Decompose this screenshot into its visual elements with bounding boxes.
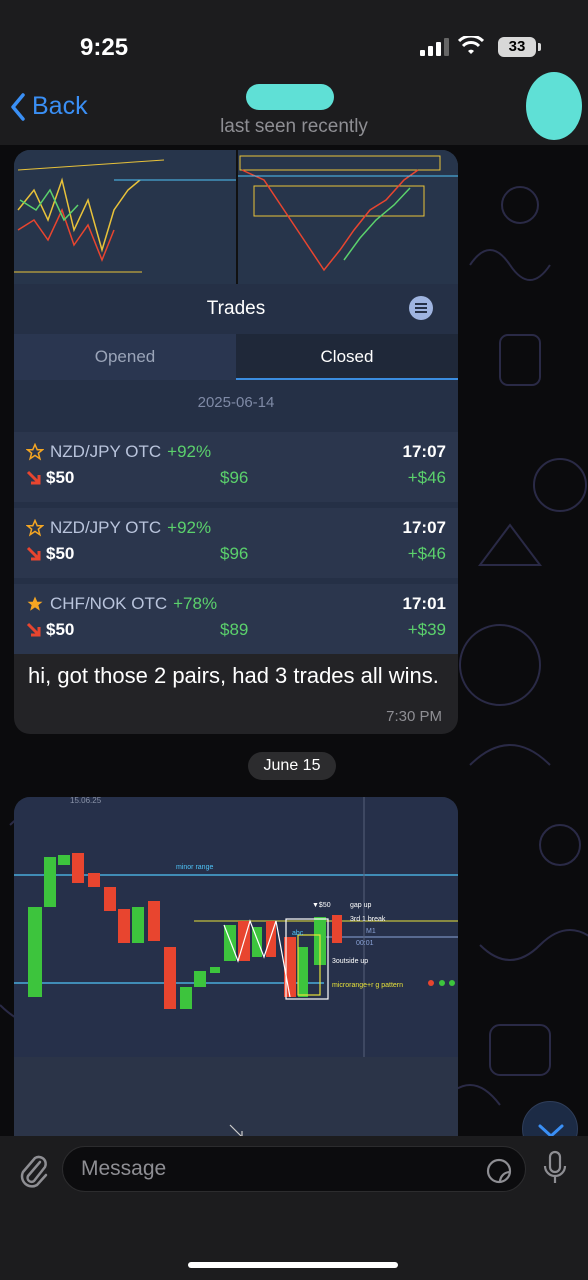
star-outline-icon[interactable] [26, 443, 44, 461]
message-bubble-trades[interactable]: Trades Opened Closed 2025-06-14 NZD/JPY … [14, 150, 458, 734]
annotation-abc: abc [292, 930, 304, 937]
cellular-signal-icon [420, 38, 449, 56]
avatar[interactable] [526, 72, 582, 140]
paperclip-icon[interactable] [16, 1150, 50, 1188]
trades-title: Trades [206, 298, 266, 319]
star-outline-icon[interactable] [26, 519, 44, 537]
chart-screenshot-thumbnail[interactable] [14, 150, 458, 284]
payout-percent: +92% [167, 518, 212, 537]
annotation-gap-up: gap up [350, 902, 372, 909]
star-filled-icon[interactable] [26, 595, 44, 613]
status-time: 9:25 [80, 34, 129, 61]
message-text: hi, got those 2 pairs, had 3 trades all … [28, 663, 439, 688]
annotation-timeframe: M1 [366, 928, 376, 935]
home-indicator [188, 1262, 398, 1268]
stake-amount: $50 [46, 544, 75, 563]
trade-row[interactable]: NZD/JPY OTC +92% $50 $96 17:07 +$46 [14, 508, 458, 578]
last-seen-status: last seen recently [220, 116, 368, 137]
date-separator: June 15 [248, 752, 336, 780]
tab-closed[interactable]: Closed [236, 334, 458, 380]
image-divider [236, 150, 238, 284]
contact-name-redacted[interactable] [246, 84, 334, 110]
stake-amount: $50 [46, 620, 75, 639]
annotation-pattern: microrange+r g pattern [332, 982, 403, 989]
trades-date: 2025-06-14 [197, 394, 275, 411]
trade-time: 17:07 [402, 442, 446, 461]
trades-panel: Trades Opened Closed 2025-06-14 NZD/JPY … [14, 284, 458, 654]
tab-opened[interactable]: Opened [14, 334, 236, 380]
annotation-stake: ▼$50 [312, 902, 331, 909]
trades-tabs: Opened Closed [14, 334, 458, 380]
message-timestamp: 7:30 PM [386, 708, 442, 725]
pair-name: NZD/JPY OTC [50, 442, 162, 461]
pair-name: NZD/JPY OTC [50, 518, 162, 537]
trade-time: 17:07 [402, 518, 446, 537]
annotation-outside-up: 3outside up [332, 958, 368, 965]
chart-date-label: 15.06.25 [70, 797, 102, 805]
annotation-minor-range: minor range [176, 864, 213, 871]
payout-percent: +92% [167, 442, 212, 461]
battery-icon: 33 [498, 37, 541, 57]
annotation-timer: 00:01 [356, 940, 374, 947]
payout-amount: $89 [220, 620, 249, 639]
payout-amount: $96 [220, 544, 249, 563]
trade-time: 17:01 [402, 594, 446, 613]
arrow-down-right-icon [26, 546, 41, 561]
message-input-bar [0, 1136, 588, 1280]
message-bubble-chart-image[interactable]: 15.06.25 minor range ▼$50 gap up 3rd 1 b… [14, 797, 458, 1147]
sticker-icon[interactable] [486, 1158, 512, 1184]
trade-profit: +$39 [407, 620, 446, 639]
candlestick-chart-image: 15.06.25 minor range ▼$50 gap up 3rd 1 b… [14, 797, 458, 1147]
list-icon[interactable] [409, 296, 433, 320]
payout-percent: +78% [173, 594, 218, 613]
payout-amount: $96 [220, 468, 249, 487]
trade-row[interactable]: NZD/JPY OTC +92% $50 $96 17:07 +$46 [14, 432, 458, 502]
navigation-header: 9:25 33 Back last seen recently [0, 0, 588, 145]
message-input[interactable] [62, 1146, 526, 1192]
trade-profit: +$46 [407, 468, 446, 487]
arrow-down-right-icon [26, 622, 41, 637]
trade-profit: +$46 [407, 544, 446, 563]
annotation-break: 3rd 1 break [350, 916, 386, 923]
pair-name: CHF/NOK OTC [50, 594, 168, 613]
wifi-icon [458, 36, 484, 54]
stake-amount: $50 [46, 468, 75, 487]
trade-row[interactable]: CHF/NOK OTC +78% $50 $89 17:01 +$39 [14, 584, 458, 654]
arrow-down-right-icon [26, 470, 41, 485]
microphone-icon[interactable] [542, 1150, 568, 1188]
